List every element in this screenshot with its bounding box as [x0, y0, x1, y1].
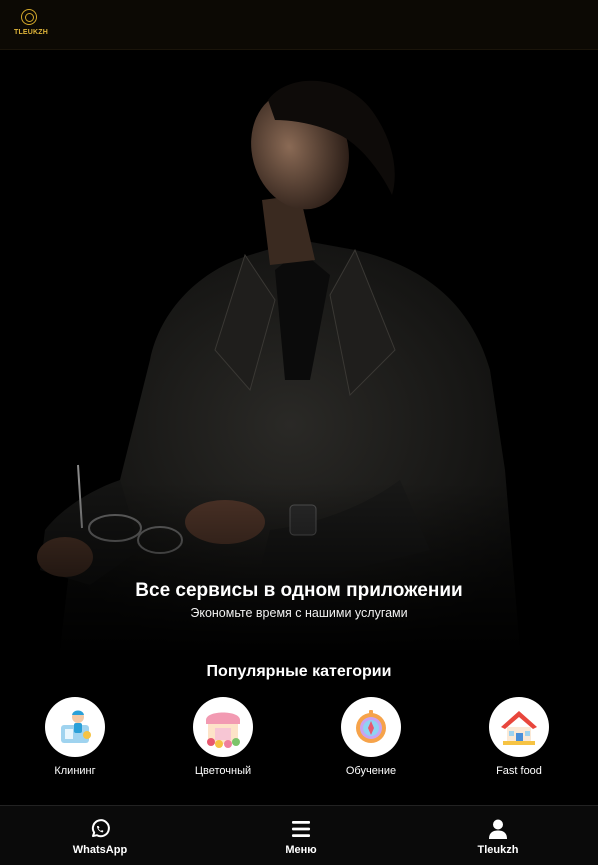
category-label: Цветочный	[194, 765, 252, 777]
category-cleaning[interactable]: Клининг	[25, 697, 125, 777]
nav-label: WhatsApp	[72, 844, 128, 856]
hero-banner: Все сервисы в одном приложении Экономьте…	[0, 50, 598, 650]
brand-ring-logo-icon	[21, 9, 37, 25]
nav-menu[interactable]: Меню	[241, 818, 361, 856]
category-label: Обучение	[345, 765, 397, 777]
nav-profile[interactable]: Tleukzh	[438, 818, 558, 856]
logo-text: TLEUKZH	[13, 29, 49, 36]
brand-logo[interactable]: TLEUKZH	[10, 8, 52, 42]
category-fast-food[interactable]: Fast food	[469, 697, 569, 777]
category-label: Fast food	[496, 765, 542, 777]
cleaning-icon	[45, 697, 105, 757]
compass-icon	[341, 697, 401, 757]
nav-whatsapp[interactable]: WhatsApp	[40, 818, 160, 856]
bottom-navigation: WhatsApp Меню Tleukzh	[0, 805, 598, 865]
nav-label: Tleukzh	[477, 844, 519, 856]
flower-shop-icon	[193, 697, 253, 757]
categories-title: Популярные категории	[206, 663, 392, 680]
whatsapp-icon	[91, 819, 110, 838]
category-education[interactable]: Обучение	[321, 697, 421, 777]
user-icon	[489, 819, 507, 839]
nav-label: Меню	[285, 844, 317, 856]
category-label: Клининг	[54, 765, 96, 777]
hero-subtitle: Экономьте время с нашими услугами	[190, 606, 408, 620]
hero-title: Все сервисы в одном приложении	[135, 580, 463, 601]
category-flowers[interactable]: Цветочный	[173, 697, 273, 777]
menu-icon	[292, 821, 310, 837]
hero-portrait-image	[0, 50, 598, 650]
house-icon	[489, 697, 549, 757]
top-header: TLEUKZH	[0, 0, 598, 50]
